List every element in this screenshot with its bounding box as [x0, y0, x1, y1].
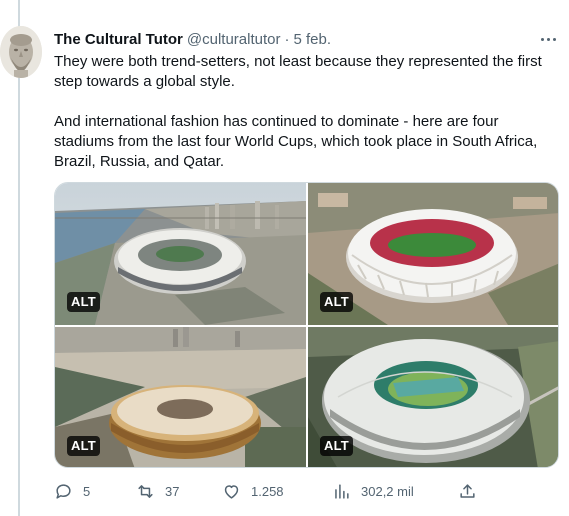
- media-image-stadium-white-roof-green-pitch[interactable]: ALT: [308, 327, 558, 467]
- retweet-icon: [138, 484, 153, 498]
- media-grid: ALT ALT ALT ALT: [54, 182, 559, 468]
- retweet-button[interactable]: 37: [136, 480, 179, 502]
- alt-text-badge[interactable]: ALT: [320, 292, 353, 312]
- media-image-stadium-golden-bowl[interactable]: ALT: [55, 327, 306, 467]
- views-count: 302,2 mil: [361, 483, 414, 499]
- author-handle[interactable]: @culturaltutor: [187, 31, 281, 48]
- tweet-header: The Cultural Tutor @culturaltutor · 5 fe…: [54, 29, 331, 49]
- tweet-actions: 5 37 1.258 302,2 mil: [54, 480, 514, 502]
- alt-text-badge[interactable]: ALT: [320, 436, 353, 456]
- tweet-text: They were both trend-setters, not least …: [54, 52, 559, 172]
- tweet[interactable]: The Cultural Tutor @culturaltutor · 5 fe…: [0, 0, 569, 516]
- tweet-timestamp[interactable]: 5 feb.: [294, 31, 332, 48]
- more-options-icon[interactable]: [538, 30, 558, 48]
- reply-count: 5: [83, 483, 91, 499]
- views-icon: [335, 483, 349, 499]
- reply-button[interactable]: 5: [54, 480, 90, 502]
- tweet-paragraph: They were both trend-setters, not least …: [54, 53, 542, 90]
- author-name[interactable]: The Cultural Tutor: [54, 31, 183, 48]
- share-button[interactable]: [458, 480, 477, 502]
- tweet-paragraph: And international fashion has continued …: [54, 113, 538, 170]
- share-icon: [460, 483, 475, 498]
- alt-text-badge[interactable]: ALT: [67, 292, 100, 312]
- alt-text-badge[interactable]: ALT: [67, 436, 100, 456]
- retweet-count: 37: [165, 483, 180, 499]
- heart-icon: [224, 484, 239, 499]
- header-separator: ·: [284, 30, 290, 48]
- like-button[interactable]: 1.258: [222, 480, 284, 502]
- reply-icon: [56, 483, 71, 499]
- media-image-stadium-riverside-city[interactable]: ALT: [55, 183, 306, 325]
- media-image-stadium-white-shell-red-seats[interactable]: ALT: [308, 183, 558, 325]
- avatar[interactable]: [0, 26, 42, 78]
- like-count: 1.258: [251, 483, 284, 499]
- views-button[interactable]: 302,2 mil: [332, 480, 414, 502]
